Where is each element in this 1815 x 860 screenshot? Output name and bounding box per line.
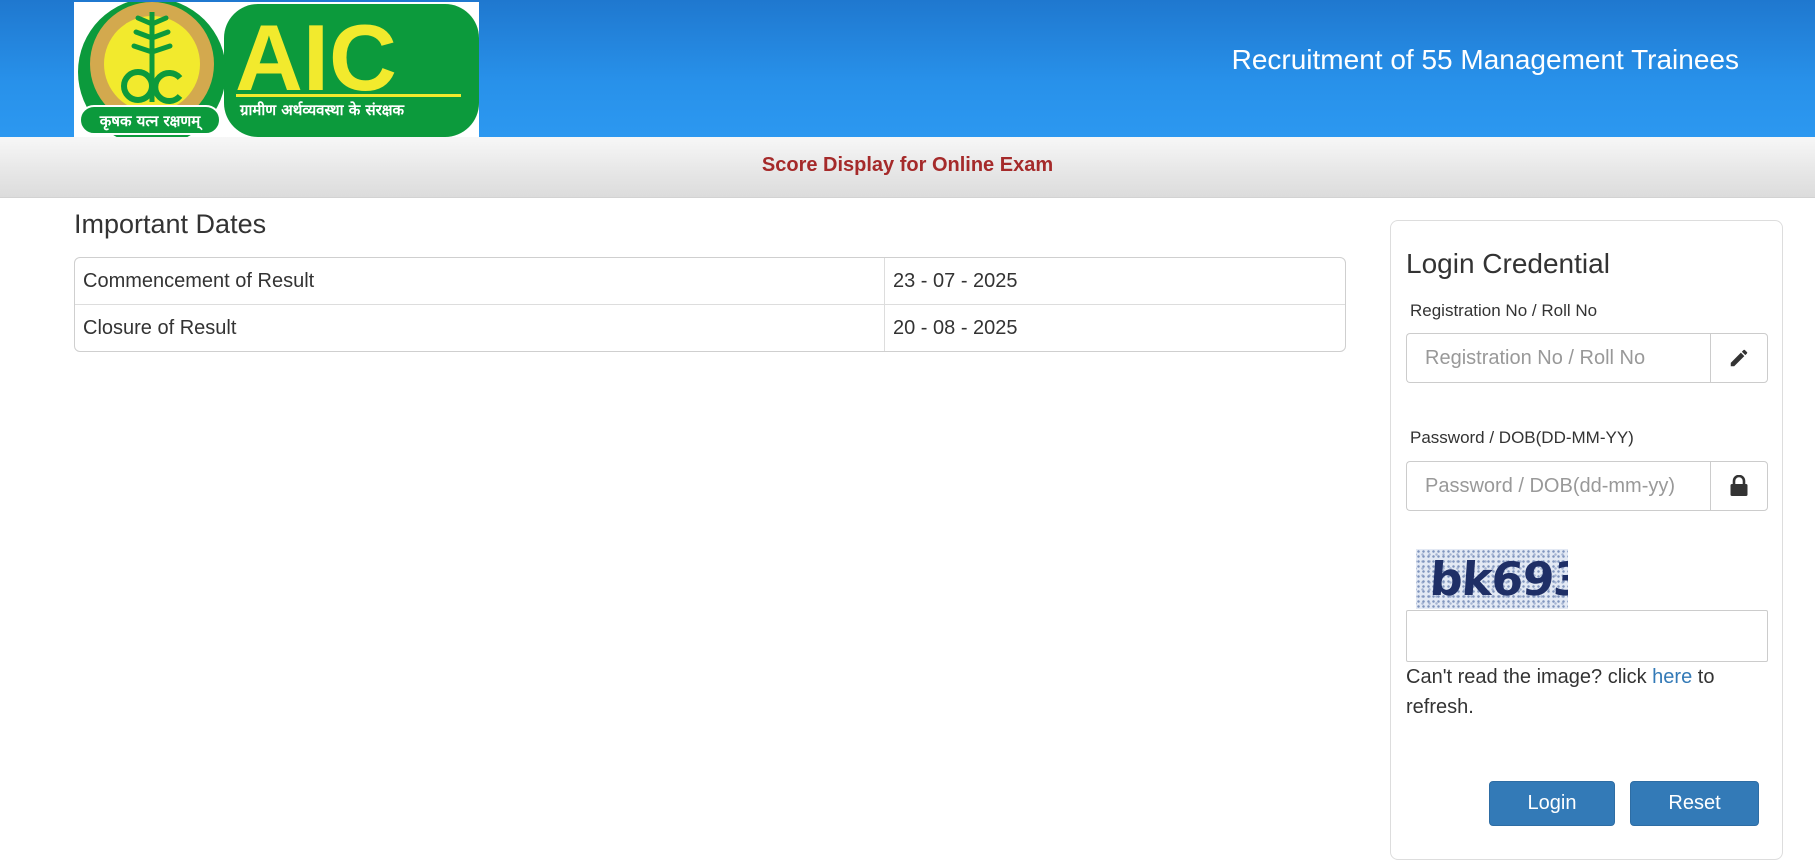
subheader-bar: Score Display for Online Exam bbox=[0, 137, 1815, 198]
registration-input[interactable] bbox=[1406, 333, 1710, 383]
lock-icon bbox=[1710, 461, 1768, 511]
login-button[interactable]: Login bbox=[1489, 781, 1615, 826]
aic-logo: कृषक यत्न रक्षणम् AIC ग्रामीण अर्थव्यवस्… bbox=[74, 0, 479, 146]
dates-label-cell: Closure of Result bbox=[75, 305, 885, 351]
aic-logo-image: कृषक यत्न रक्षणम् AIC ग्रामीण अर्थव्यवस्… bbox=[74, 0, 479, 146]
registration-input-group bbox=[1406, 333, 1768, 383]
password-input-group bbox=[1406, 461, 1768, 511]
login-title: Login Credential bbox=[1406, 248, 1610, 279]
captcha-input[interactable] bbox=[1406, 610, 1768, 662]
page-header: कृषक यत्न रक्षणम् AIC ग्रामीण अर्थव्यवस्… bbox=[0, 0, 1815, 146]
important-dates-table: Commencement of Result 23 - 07 - 2025 Cl… bbox=[74, 257, 1346, 352]
password-label: Password / DOB(DD-MM-YY) bbox=[1410, 428, 1634, 447]
page-title: Recruitment of 55 Management Trainees bbox=[1231, 44, 1739, 75]
logo-tagline-left: कृषक यत्न रक्षणम् bbox=[99, 112, 203, 131]
dates-value-cell: 23 - 07 - 2025 bbox=[893, 270, 1018, 292]
captcha-refresh-text: Can't read the image? click here to refr… bbox=[1406, 662, 1768, 722]
captcha-image-text: bk693 bbox=[1428, 552, 1568, 606]
table-row: Commencement of Result 23 - 07 - 2025 bbox=[75, 258, 1345, 304]
pencil-icon bbox=[1710, 333, 1768, 383]
captcha-refresh-link[interactable]: here bbox=[1652, 666, 1692, 688]
table-row: Closure of Result 20 - 08 - 2025 bbox=[75, 304, 1345, 351]
subheader-title: Score Display for Online Exam bbox=[761, 154, 1054, 176]
dates-label-cell: Commencement of Result bbox=[75, 258, 885, 304]
registration-label: Registration No / Roll No bbox=[1410, 301, 1598, 320]
logo-tagline-right: ग्रामीण अर्थव्यवस्था के संरक्षक bbox=[239, 101, 405, 119]
important-dates-heading: Important Dates bbox=[74, 209, 267, 239]
captcha-image: bk693 bbox=[1416, 549, 1568, 609]
password-input[interactable] bbox=[1406, 461, 1710, 511]
reset-button[interactable]: Reset bbox=[1630, 781, 1759, 826]
refresh-prefix: Can't read the image? click bbox=[1406, 666, 1653, 688]
dates-value-cell: 20 - 08 - 2025 bbox=[893, 317, 1018, 339]
